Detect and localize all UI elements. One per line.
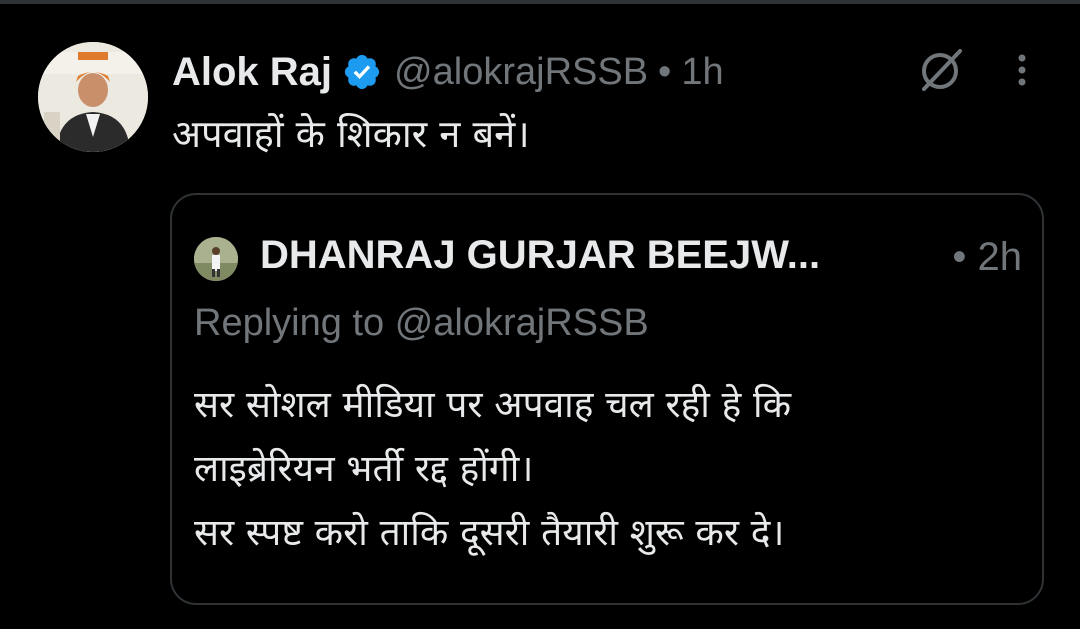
tweet-text: अपवाहों के शिकार न बनें। [172,112,530,156]
quoted-tweet-time[interactable]: 2h [978,235,1023,279]
grok-icon[interactable] [916,45,966,95]
quoted-author-name[interactable]: DHANRAJ GURJAR BEEJW... [260,233,900,278]
more-options-icon[interactable] [1004,48,1040,92]
tweet-time[interactable]: 1h [681,51,723,94]
top-divider [0,0,1080,4]
quoted-separator-dot: • [952,235,967,279]
quoted-text-line: लाइब्रेरियन भर्ती रद्द होंगी। [194,447,534,490]
quoted-text-line: सर स्पष्ट करो ताकि दूसरी तैयारी शुरू कर … [194,511,785,554]
author-avatar[interactable] [38,42,148,152]
author-handle[interactable]: @alokrajRSSB [394,51,648,94]
replying-to: Replying to @alokrajRSSB [194,302,649,345]
quoted-time-group: • 2h [952,235,1022,280]
tweet-header: Alok Raj @alokrajRSSB • 1h [172,44,724,100]
quoted-tweet-text: सर सोशल मीडिया पर अपवाह चल रही हे कि लाइ… [194,373,791,565]
replying-to-label: Replying to [194,302,385,344]
verified-badge-icon [342,52,382,92]
author-name[interactable]: Alok Raj [172,50,332,95]
quoted-text-line: सर सोशल मीडिया पर अपवाह चल रही हे कि [194,383,792,426]
separator-dot: • [658,50,672,93]
quoted-tweet[interactable]: DHANRAJ GURJAR BEEJW... • 2h Replying to… [170,193,1044,605]
replying-to-handle[interactable]: @alokrajRSSB [395,302,649,344]
quoted-author-avatar[interactable] [194,237,238,281]
